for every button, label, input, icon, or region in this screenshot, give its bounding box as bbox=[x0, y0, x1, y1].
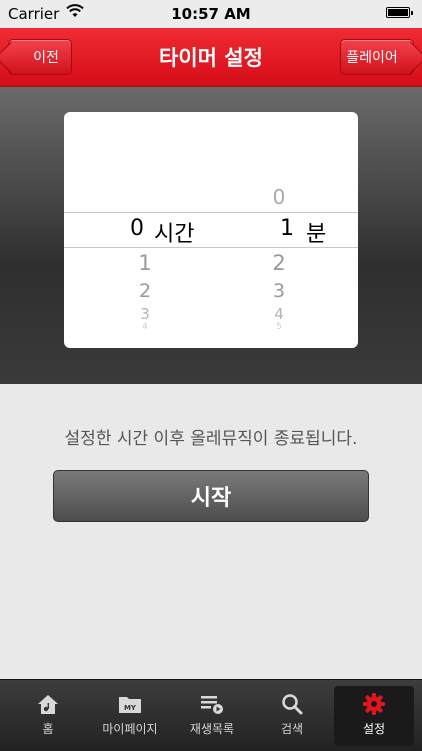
tab-settings-label: 설정 bbox=[362, 722, 386, 736]
tab-search[interactable]: 검색 bbox=[252, 686, 332, 746]
hours-option: 3 bbox=[140, 305, 150, 323]
tab-mypage-label: 마이페이지 bbox=[102, 722, 158, 736]
hours-unit: 시간 bbox=[154, 222, 195, 247]
tab-playlist[interactable]: 재생목록 bbox=[172, 686, 252, 746]
minutes-option: 3 bbox=[272, 280, 286, 302]
tab-bar: 홈 MY 마이페이지 재생목록 검색 설정 bbox=[0, 679, 422, 751]
tab-mypage[interactable]: MY 마이페이지 bbox=[90, 686, 170, 746]
minutes-option: 5 bbox=[276, 322, 282, 332]
minutes-option: 0 bbox=[272, 185, 286, 209]
info-text: 설정한 시간 이후 올레뮤직이 종료됩니다. bbox=[64, 429, 358, 449]
tab-settings[interactable]: 설정 bbox=[334, 686, 414, 746]
start-button-label: 시작 bbox=[190, 486, 232, 511]
playlist-icon bbox=[201, 696, 223, 714]
tab-playlist-label: 재생목록 bbox=[189, 722, 235, 736]
player-button-label: 플레이어 bbox=[346, 50, 398, 66]
hours-option: 1 bbox=[138, 251, 152, 275]
start-button[interactable]: 시작 bbox=[53, 470, 369, 522]
svg-text:MY: MY bbox=[124, 704, 137, 712]
tab-search-label: 검색 bbox=[280, 722, 304, 736]
minutes-unit: 분 bbox=[306, 222, 327, 247]
minutes-option: 4 bbox=[274, 305, 284, 323]
tab-home-label: 홈 bbox=[42, 722, 54, 736]
hours-option: 2 bbox=[138, 280, 152, 302]
home-icon bbox=[38, 695, 58, 714]
nav-bar: 이전 타이머 설정 플레이어 bbox=[0, 28, 422, 87]
tab-home[interactable]: 홈 bbox=[8, 686, 88, 746]
search-icon bbox=[282, 694, 303, 715]
picker-area: 0 시간 1 2 3 4 0 1 분 2 3 4 5 bbox=[0, 87, 422, 384]
player-button[interactable]: 플레이어 bbox=[340, 39, 414, 75]
back-button-label: 이전 bbox=[33, 50, 59, 66]
minutes-option: 2 bbox=[272, 251, 286, 275]
battery-icon bbox=[386, 7, 413, 18]
mypage-folder-icon: MY bbox=[119, 697, 141, 713]
hours-option: 4 bbox=[142, 322, 148, 332]
gear-icon bbox=[363, 693, 385, 715]
clock: 10:57 AM bbox=[171, 5, 251, 23]
hours-selected: 0 bbox=[130, 216, 144, 241]
minutes-selected: 1 bbox=[280, 216, 294, 241]
status-bar: Carrier 10:57 AM bbox=[0, 0, 422, 28]
timer-picker[interactable]: 0 시간 1 2 3 4 0 1 분 2 3 4 5 bbox=[64, 112, 358, 348]
